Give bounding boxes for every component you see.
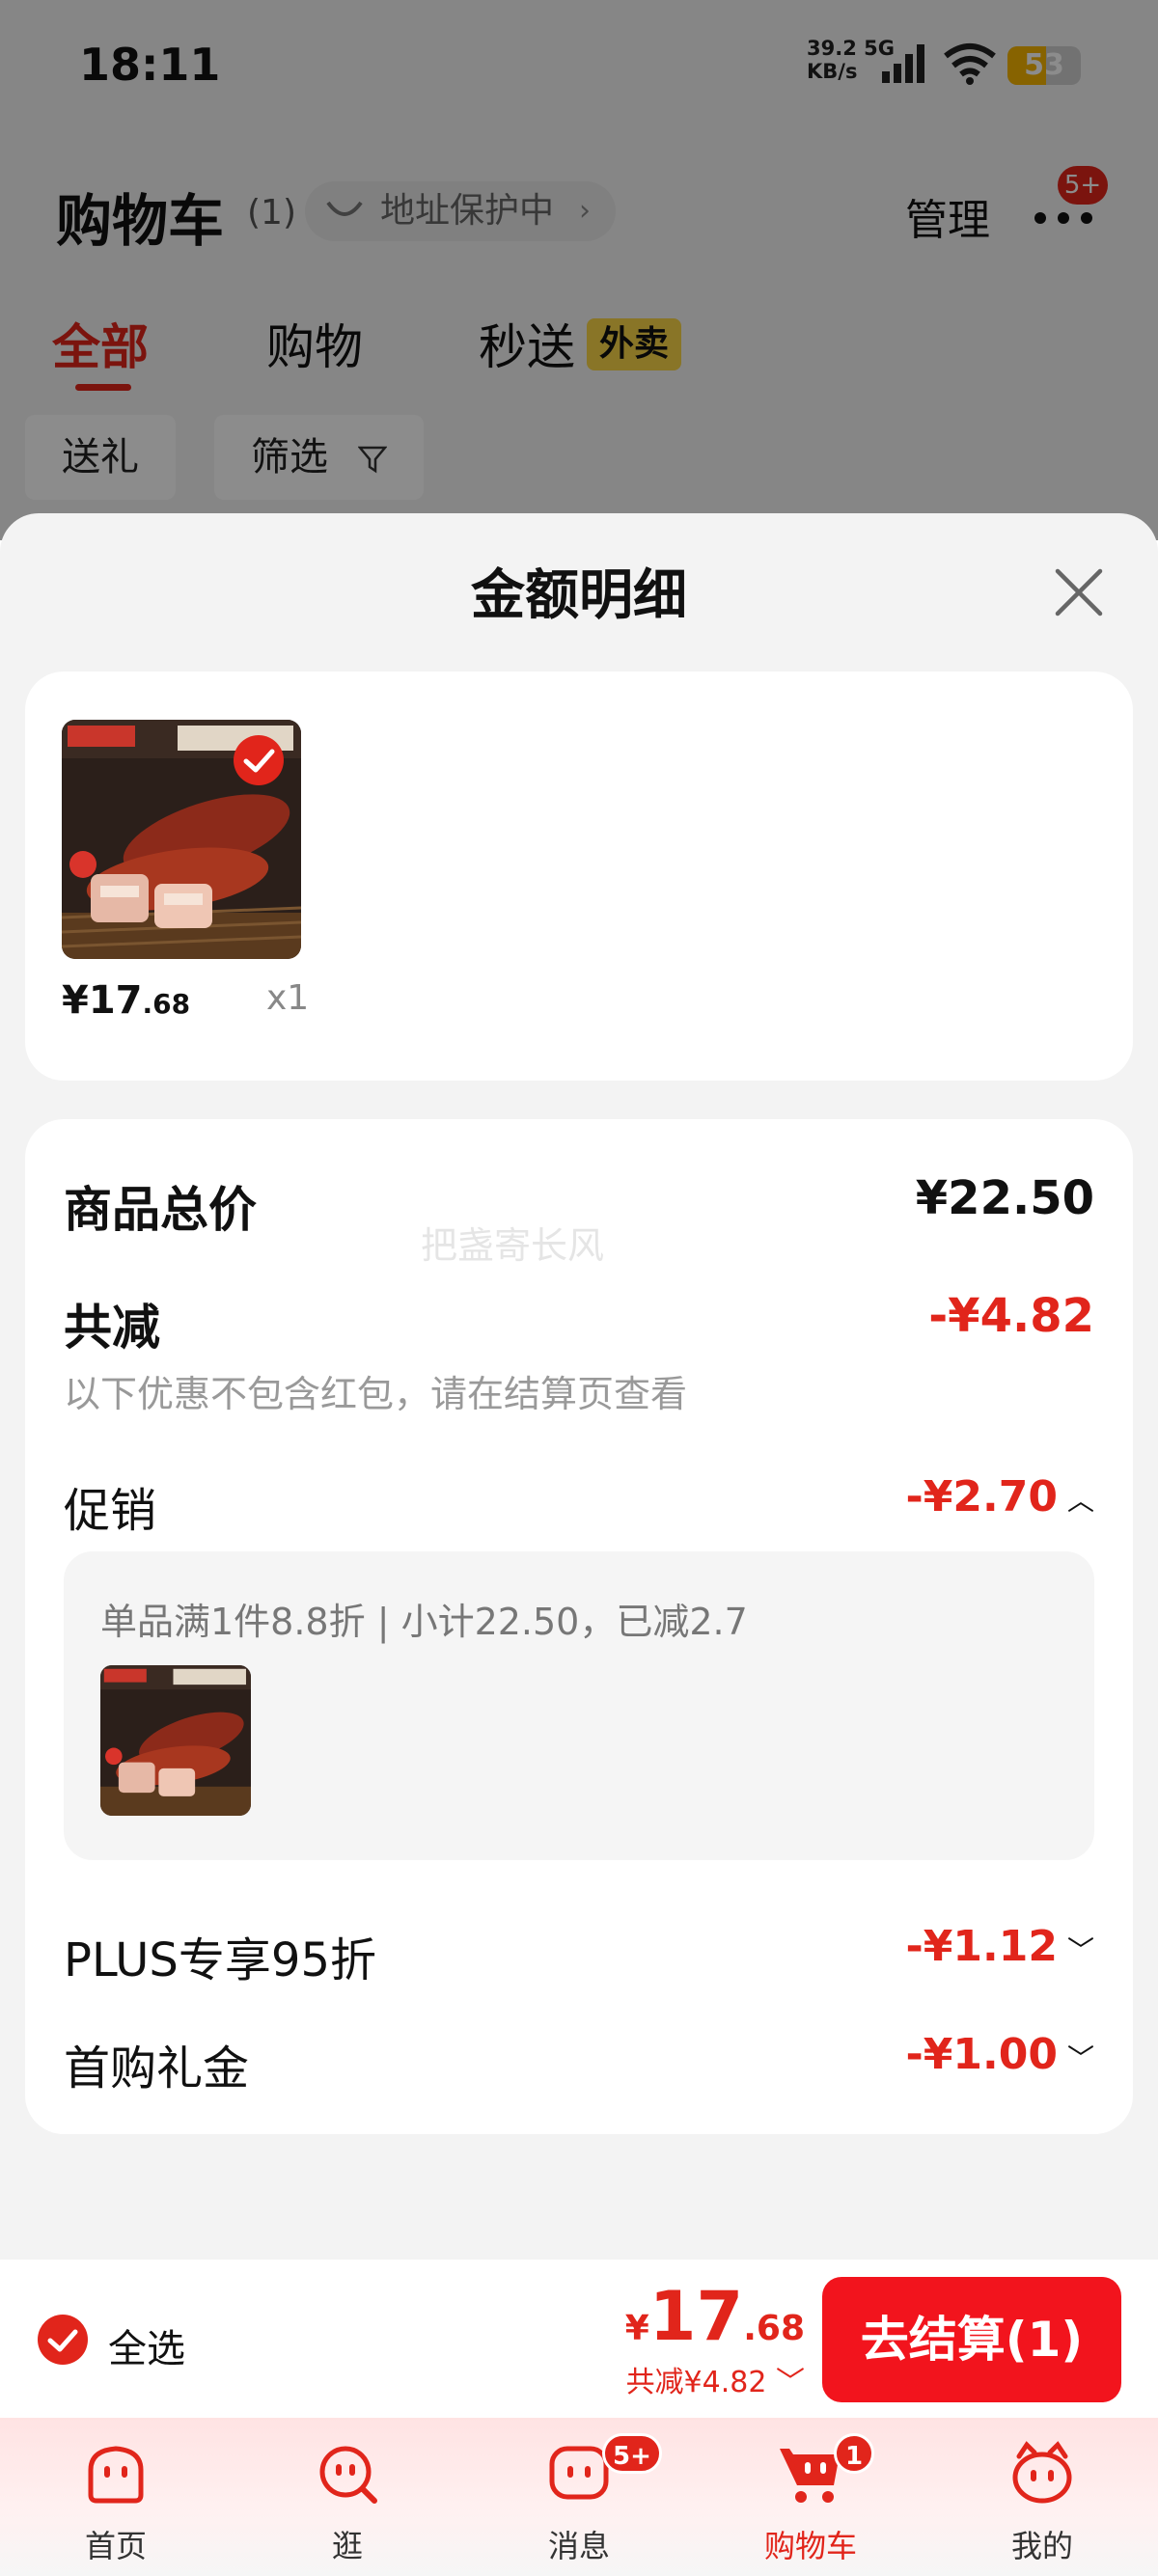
browse-icon — [319, 2446, 377, 2504]
tabbar-item-cart[interactable]: 1 购物车 — [733, 2433, 888, 2574]
tabbar-label-browse: 逛 — [331, 2528, 363, 2564]
first-purchase-row-toggle[interactable]: -¥1.00 ﹀ — [906, 2030, 1094, 2079]
bottom-tab-bar: 首页 逛 5+ 消息 1 购物车 我的 — [0, 2418, 1158, 2576]
checkout-button[interactable]: 去结算(1) — [822, 2277, 1121, 2402]
amount-details-sheet: 金额明细 ¥17.68 x1 商品总价 ¥22.50 共减 -¥4.82 以下优… — [0, 513, 1158, 2260]
home-icon — [88, 2446, 144, 2504]
select-all-check-icon[interactable] — [37, 2314, 89, 2366]
plus-discount-value: -¥1.12 — [905, 1922, 1058, 1971]
product-price: ¥17.68 — [62, 978, 190, 1023]
checkout-price-decimal: .68 — [743, 2309, 805, 2348]
cart-badge: 1 — [834, 2433, 874, 2474]
promotion-detail-box: 单品满1件8.8折 | 小计22.50，已减2.7 — [64, 1551, 1094, 1860]
checkout-price-integer: 17 — [648, 2277, 744, 2356]
promotion-row-toggle[interactable]: -¥2.70 ︿ — [906, 1472, 1094, 1521]
promotion-detail-text: 单品满1件8.8折 | 小计22.50，已减2.7 — [100, 1601, 748, 1643]
checkout-discount: 共减¥4.82 — [625, 2366, 767, 2399]
checkout-discount-toggle[interactable]: 共减¥4.82 ﹀ — [626, 2358, 805, 2400]
checkout-currency: ¥ — [624, 2309, 649, 2348]
profile-icon — [1012, 2441, 1072, 2504]
product-price-integer: 17 — [88, 978, 143, 1023]
price-details-card: 商品总价 ¥22.50 共减 -¥4.82 以下优惠不包含红包，请在结算页查看 … — [25, 1119, 1133, 2134]
close-icon[interactable] — [1052, 565, 1106, 619]
dim-overlay[interactable] — [0, 0, 1158, 540]
ham-product-image — [100, 1665, 251, 1816]
first-purchase-label: 首购礼金 — [64, 2042, 250, 2096]
total-price-value: ¥22.50 — [915, 1171, 1094, 1225]
promotion-label: 促销 — [64, 1484, 157, 1538]
promotion-value: -¥2.70 — [905, 1472, 1058, 1521]
tabbar-label-messages: 消息 — [547, 2528, 610, 2564]
chevron-down-icon: ﹀ — [1066, 1934, 1094, 1966]
reduction-note: 以下优惠不包含红包，请在结算页查看 — [64, 1373, 688, 1415]
checkout-bar: 全选 ¥17.68 共减¥4.82 ﹀ 去结算(1) — [0, 2260, 1158, 2418]
promotion-product-thumbnail — [100, 1665, 251, 1816]
chevron-down-icon: ﹀ — [1066, 2042, 1094, 2074]
plus-discount-label: PLUS专享95折 — [64, 1933, 376, 1987]
selected-check-icon[interactable] — [232, 733, 286, 787]
sheet-title: 金额明细 — [471, 564, 687, 627]
checkout-total-price: ¥17.68 — [625, 2277, 805, 2356]
select-all-label[interactable]: 全选 — [108, 2317, 185, 2373]
messages-badge: 5+ — [602, 2433, 662, 2474]
tabbar-label-cart: 购物车 — [763, 2528, 857, 2564]
product-price-symbol: ¥ — [62, 978, 89, 1023]
watermark: 把盏寄长风 — [421, 1224, 605, 1267]
first-purchase-value: -¥1.00 — [905, 2030, 1058, 2079]
chevron-down-icon: ﹀ — [766, 2366, 805, 2399]
product-price-decimal: .68 — [142, 988, 191, 1020]
total-price-label: 商品总价 — [64, 1182, 257, 1238]
product-quantity: x1 — [266, 978, 310, 1018]
tabbar-item-profile[interactable]: 我的 — [965, 2439, 1119, 2574]
total-reduction-label: 共减 — [64, 1300, 160, 1356]
tabbar-label-profile: 我的 — [1010, 2528, 1073, 2564]
chevron-up-icon: ︿ — [1066, 1485, 1094, 1517]
total-reduction-value: -¥4.82 — [928, 1289, 1094, 1343]
tabbar-item-messages[interactable]: 5+ 消息 — [502, 2433, 662, 2574]
tabbar-item-home[interactable]: 首页 — [39, 2439, 193, 2574]
tabbar-item-browse[interactable]: 逛 — [270, 2439, 425, 2574]
tabbar-label-home: 首页 — [84, 2528, 147, 2564]
plus-discount-row-toggle[interactable]: -¥1.12 ﹀ — [906, 1922, 1094, 1971]
product-card: ¥17.68 x1 — [25, 671, 1133, 1081]
